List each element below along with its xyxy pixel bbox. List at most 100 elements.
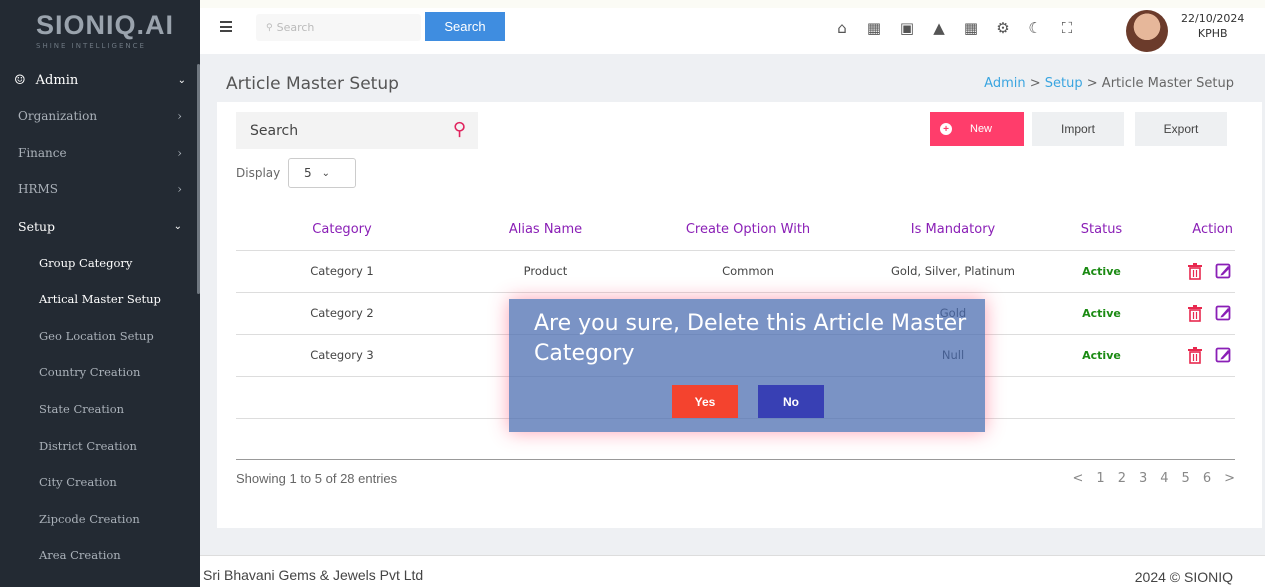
chevron-right-icon: › — [177, 145, 182, 160]
pagination-prev[interactable]: < — [1073, 471, 1084, 486]
pagination-page[interactable]: 5 — [1182, 471, 1190, 486]
sidebar-subitem-zipcode-creation[interactable]: Zipcode Creation — [0, 501, 200, 538]
chevron-right-icon: › — [177, 109, 182, 124]
sidebar-subitem-geo-location-setup[interactable]: Geo Location Setup — [0, 318, 200, 355]
table-divider — [236, 459, 1235, 460]
sidebar-item-label: Organization — [18, 109, 98, 124]
sidebar-item-label: HRMS — [18, 182, 59, 197]
chevron-down-icon: ⌄ — [321, 167, 331, 179]
delete-confirm-dialog: Are you sure, Delete this Article Master… — [509, 299, 985, 432]
pagination-page[interactable]: 4 — [1160, 471, 1168, 486]
column-header: Alias Name — [448, 209, 643, 251]
footer-company: Sri Bhavani Gems & Jewels Pvt Ltd — [203, 567, 424, 583]
yes-button[interactable]: Yes — [672, 385, 738, 418]
topbar: ⚲ Search Search ⌂ ▦ ▣ ▲ ▦ ⚙ ☾ ⛶ 22/10/20… — [200, 8, 1265, 54]
column-header: Is Mandatory — [853, 209, 1053, 251]
pagination-page[interactable]: 3 — [1139, 471, 1147, 486]
search-icon: ⚲ — [266, 22, 273, 33]
chevron-right-icon: › — [177, 182, 182, 197]
grid-icon[interactable]: ▦ — [864, 18, 884, 38]
sidebar-item-organization[interactable]: Organization › — [0, 98, 200, 135]
date-text: 22/10/2024 — [1181, 12, 1245, 25]
pagination-page[interactable]: 6 — [1203, 471, 1211, 486]
pagination: < 1 2 3 4 5 6 > — [1073, 471, 1236, 486]
ticket-icon[interactable]: ▣ — [897, 18, 917, 38]
delete-icon[interactable] — [1187, 304, 1203, 322]
chevron-down-icon: ⌄ — [177, 74, 186, 86]
sidebar-subitem-area-creation[interactable]: Area Creation — [0, 537, 200, 574]
sidebar-subitem-group-category[interactable]: Group Category — [0, 244, 200, 281]
export-button[interactable]: Export — [1135, 112, 1227, 146]
sidebar-item-finance[interactable]: Finance › — [0, 135, 200, 172]
cell-category: Category 2 — [236, 292, 448, 335]
top-search-placeholder: Search — [276, 21, 315, 34]
breadcrumb-current: Article Master Setup — [1101, 76, 1234, 91]
display-select[interactable]: 5 ⌄ — [288, 158, 356, 188]
top-search-button[interactable]: Search — [425, 12, 505, 41]
date-location: 22/10/2024 KPHB — [1181, 12, 1244, 42]
apps-icon[interactable]: ▦ — [961, 18, 981, 38]
edit-icon[interactable] — [1215, 304, 1231, 322]
status-badge: Active — [1053, 334, 1150, 377]
search-icon[interactable]: ⚲ — [453, 119, 466, 140]
column-header: Category — [236, 209, 448, 251]
edit-icon[interactable] — [1215, 346, 1231, 364]
fullscreen-icon[interactable]: ⛶ — [1057, 18, 1077, 38]
sidebar-subitem-artical-master-setup[interactable]: Artical Master Setup — [0, 281, 200, 318]
sidebar-subitem-city-creation[interactable]: City Creation — [0, 464, 200, 501]
sidebar-item-hrms[interactable]: HRMS › — [0, 171, 200, 208]
chevron-down-icon: ⌄ — [173, 220, 182, 232]
moon-icon[interactable]: ☾ — [1025, 18, 1045, 38]
sidebar: SIONIQ.AI SHINE INTELLIGENCE ☺ Admin ⌄ O… — [0, 0, 200, 587]
footer-copyright: 2024 © SIONIQ — [1134, 569, 1233, 585]
cell-alias: Product — [448, 250, 643, 293]
user-icon: ☺ — [14, 72, 26, 88]
logo-text: SIONIQ.AI — [36, 10, 175, 40]
new-button-label: New — [970, 123, 993, 135]
cell-category: Category 3 — [236, 334, 448, 377]
column-header: Status — [1053, 209, 1150, 251]
status-badge: Active — [1053, 250, 1150, 293]
avatar[interactable] — [1126, 10, 1168, 52]
table-search-input[interactable]: Search ⚲ — [236, 112, 478, 149]
new-button[interactable]: + New — [930, 112, 1024, 146]
delete-icon[interactable] — [1187, 346, 1203, 364]
sidebar-subitem-country-creation[interactable]: Country Creation — [0, 354, 200, 391]
entries-info: Showing 1 to 5 of 28 entries — [236, 471, 398, 486]
home-icon[interactable]: ⌂ — [832, 18, 852, 38]
sidebar-admin[interactable]: ☺ Admin ⌄ — [0, 62, 200, 98]
column-header: Create Option With — [643, 209, 853, 251]
sidebar-subitem-state-creation[interactable]: State Creation — [0, 391, 200, 428]
top-search-input[interactable]: ⚲ Search — [256, 14, 421, 41]
top-strip — [200, 0, 1265, 8]
page-title: Article Master Setup — [226, 74, 399, 94]
column-header: Action — [1150, 209, 1235, 251]
delete-icon[interactable] — [1187, 262, 1203, 280]
page-footer: Sri Bhavani Gems & Jewels Pvt Ltd 2024 ©… — [200, 555, 1265, 587]
sidebar-admin-label: Admin — [35, 72, 79, 88]
cell-mandatory: Gold, Silver, Platinum — [853, 250, 1053, 293]
import-button[interactable]: Import — [1032, 112, 1124, 146]
logo[interactable]: SIONIQ.AI SHINE INTELLIGENCE — [0, 0, 200, 62]
table-search-placeholder: Search — [250, 122, 299, 139]
pagination-page[interactable]: 1 — [1096, 471, 1104, 486]
table-row: Category 1 Product Common Gold, Silver, … — [236, 250, 1235, 293]
dialog-message: Are you sure, Delete this Article Master… — [534, 311, 967, 366]
sidebar-item-label: Finance — [18, 145, 67, 160]
hamburger-icon[interactable] — [220, 21, 232, 32]
pagination-next[interactable]: > — [1224, 471, 1235, 486]
pagination-page[interactable]: 2 — [1118, 471, 1126, 486]
plus-icon: + — [940, 123, 952, 135]
bell-icon[interactable]: ▲ — [929, 18, 949, 38]
breadcrumb-admin[interactable]: Admin — [984, 76, 1025, 91]
breadcrumb-setup[interactable]: Setup — [1045, 76, 1083, 91]
cell-option: Common — [643, 250, 853, 293]
sidebar-item-setup[interactable]: Setup ⌄ — [0, 208, 200, 245]
sidebar-subitem-district-creation[interactable]: District Creation — [0, 427, 200, 464]
gear-icon[interactable]: ⚙ — [993, 18, 1013, 38]
status-badge: Active — [1053, 292, 1150, 335]
cell-actions — [1150, 250, 1235, 293]
edit-icon[interactable] — [1215, 262, 1231, 280]
no-button[interactable]: No — [758, 385, 824, 418]
sidebar-scrollbar[interactable] — [197, 64, 200, 294]
